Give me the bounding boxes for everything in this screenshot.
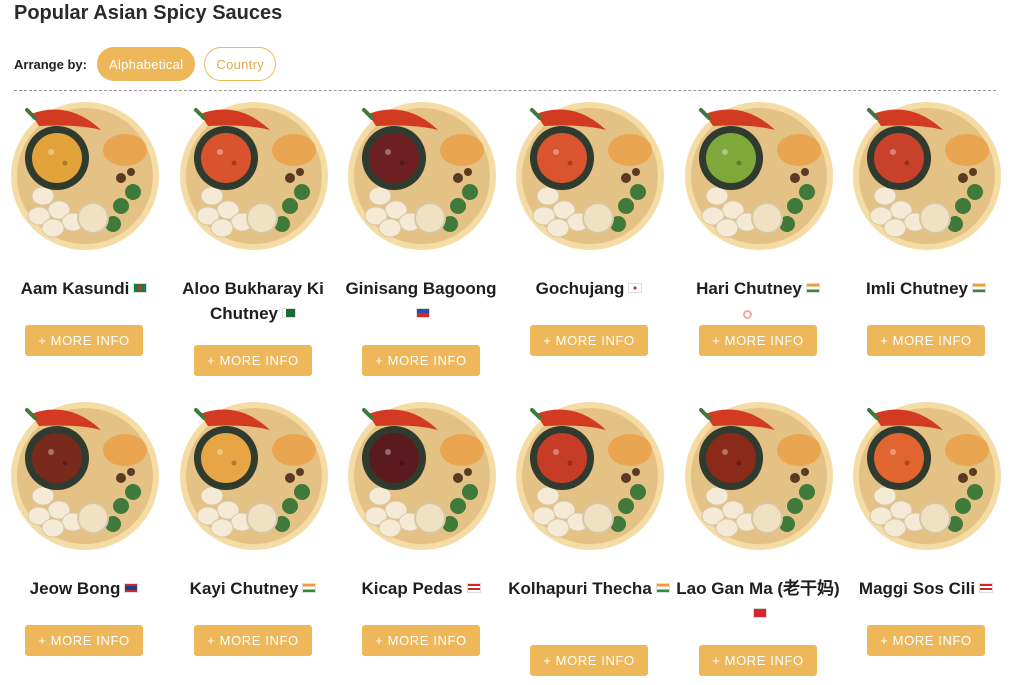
page-title: Popular Asian Spicy Sauces [14, 2, 283, 24]
sauce-plate-illustration [516, 102, 664, 250]
arrange-country-button[interactable]: Country [204, 47, 277, 81]
sauce-plate-illustration [11, 402, 159, 550]
korea-flag-icon [628, 283, 643, 293]
india-flag-icon [972, 283, 986, 293]
bangladesh-flag-icon [133, 283, 148, 293]
sauce-name-text: Jeow Bong [29, 579, 121, 598]
sauce-name-text: Kicap Pedas [361, 579, 463, 598]
sauce-name: Ginisang Bagoong [337, 276, 505, 326]
more-info-button[interactable]: + MORE INFO [530, 325, 648, 356]
pakistan-flag-icon [282, 308, 296, 318]
sauce-name-text: Hari Chutney [696, 279, 802, 298]
more-info-button[interactable]: + MORE INFO [530, 645, 648, 676]
laos-flag-icon [124, 583, 139, 593]
sauce-name-text: Kayi Chutney [189, 579, 299, 598]
sauce-name: Imli Chutney [842, 276, 1010, 301]
malaysia-flag-icon [979, 583, 994, 593]
china-flag-icon [753, 608, 767, 618]
sauce-plate-illustration [180, 402, 328, 550]
more-info-button[interactable]: + MORE INFO [194, 625, 312, 656]
more-info-button[interactable]: + MORE INFO [362, 345, 480, 376]
philippines-flag-icon [416, 308, 430, 318]
more-info-button[interactable]: + MORE INFO [362, 625, 480, 656]
sauce-name: Kolhapuri Thecha [505, 576, 673, 601]
pulse-dot-icon [743, 310, 752, 319]
sauce-plate-illustration [685, 102, 833, 250]
india-flag-icon [655, 583, 670, 593]
sauce-name-text: Imli Chutney [865, 279, 968, 298]
sauce-name: Kayi Chutney [169, 576, 337, 601]
sauce-plate-illustration [180, 102, 328, 250]
sauce-name-text: Kolhapuri Thecha [508, 579, 652, 598]
sauce-plate-illustration [348, 102, 496, 250]
more-info-button[interactable]: + MORE INFO [25, 325, 143, 356]
sauce-name-text: Gochujang [535, 279, 625, 298]
more-info-button[interactable]: + MORE INFO [699, 645, 817, 676]
india-flag-icon [302, 583, 317, 593]
arrange-by-bar: Arrange by: Alphabetical Country [14, 46, 285, 82]
more-info-button[interactable]: + MORE INFO [699, 325, 817, 356]
more-info-button[interactable]: + MORE INFO [867, 625, 985, 656]
sauce-name: Aam Kasundi [0, 276, 168, 301]
sauce-name-text: Aloo Bukharay Ki Chutney [182, 279, 324, 323]
arrange-by-label: Arrange by: [14, 56, 87, 72]
sauce-name: Hari Chutney [674, 276, 842, 301]
sauce-name-text: Maggi Sos Cili [858, 579, 976, 598]
sauce-plate-illustration [853, 402, 1001, 550]
sauce-plate-illustration [11, 102, 159, 250]
more-info-button[interactable]: + MORE INFO [25, 625, 143, 656]
more-info-button[interactable]: + MORE INFO [867, 325, 985, 356]
sauce-name-text: Aam Kasundi [20, 279, 130, 298]
sauce-plate-illustration [516, 402, 664, 550]
sauce-name: Kicap Pedas [337, 576, 505, 601]
sauce-name: Aloo Bukharay Ki Chutney [161, 276, 345, 326]
sauce-plate-illustration [348, 402, 496, 550]
sauce-name-text: Ginisang Bagoong [345, 279, 497, 298]
more-info-button[interactable]: + MORE INFO [194, 345, 312, 376]
divider [14, 90, 996, 91]
sauce-name: Lao Gan Ma (老干妈) [674, 576, 842, 626]
sauce-name: Maggi Sos Cili [842, 576, 1010, 601]
malaysia-flag-icon [466, 583, 481, 593]
arrange-alphabetical-button[interactable]: Alphabetical [96, 47, 196, 81]
india-flag-icon [805, 283, 820, 293]
sauce-name: Jeow Bong [0, 576, 168, 601]
sauce-plate-illustration [685, 402, 833, 550]
sauce-name: Gochujang [505, 276, 673, 301]
sauce-name-text: Lao Gan Ma (老干妈) [676, 579, 840, 598]
sauce-plate-illustration [853, 102, 1001, 250]
